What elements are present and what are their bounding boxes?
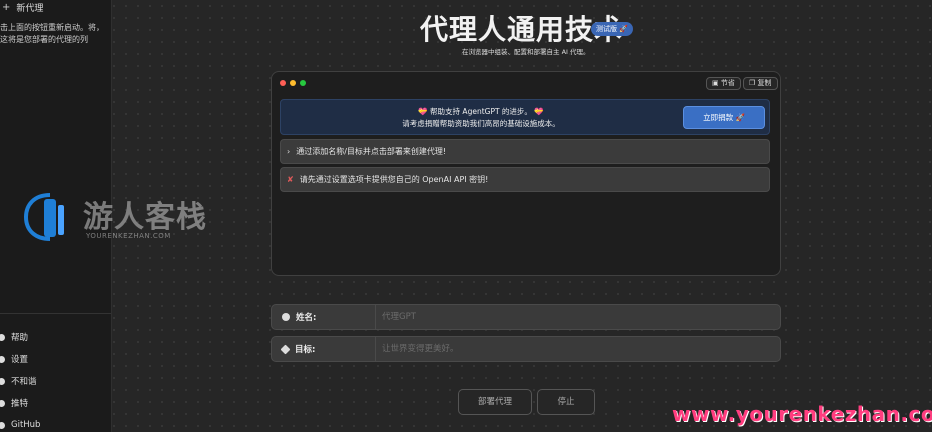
watermark-title: 游人客栈 [83, 200, 207, 235]
goal-input[interactable] [376, 337, 780, 361]
save-label: 节省 [720, 79, 735, 87]
robot-icon [282, 313, 290, 321]
sidebar-links: 帮助 设置 不和谐 推特 GitHub [0, 326, 111, 432]
sidebar-item-settings[interactable]: 设置 [0, 348, 111, 370]
chevron-right-icon: › [287, 147, 291, 156]
new-agent-label: 新代理 [16, 4, 44, 14]
watermark-url: www.yourenkezhan.com [672, 402, 932, 426]
message-text: 通过添加名称/目标并点击部署来创建代理! [296, 147, 447, 156]
gear-icon [0, 355, 5, 363]
copy-icon: ❐ [749, 79, 756, 87]
sidebar-item-label: GitHub [11, 420, 41, 430]
goal-label-text: 目标: [295, 345, 316, 355]
sidebar-item-discord[interactable]: 不和谐 [0, 370, 111, 392]
sidebar-item-github[interactable]: GitHub [0, 414, 111, 432]
help-icon [0, 333, 5, 341]
window-controls [280, 80, 306, 86]
name-field: 姓名: [271, 304, 781, 330]
copy-label: 复制 [757, 79, 772, 87]
twitter-icon [0, 399, 5, 407]
discord-icon [0, 377, 5, 385]
page-subtitle: 在浏览器中组装、配置和部署自主 AI 代理。 [462, 48, 590, 56]
goal-field: 目标: [271, 336, 781, 362]
goal-label: 目标: [272, 337, 376, 361]
message-create-agent: › 通过添加名称/目标并点击部署来创建代理! [280, 139, 770, 164]
sidebar-item-label: 推特 [11, 399, 29, 409]
name-label-text: 姓名: [296, 313, 317, 323]
agent-window: ▣ 节省 ❐ 复制 💝 帮助支持 AgentGPT 的进步。 💝 请考虑捐赠帮助… [271, 71, 781, 276]
donate-banner: 💝 帮助支持 AgentGPT 的进步。 💝 请考虑捐赠帮助资助我们高昂的基础设… [280, 99, 770, 135]
sidebar-item-help[interactable]: 帮助 [0, 326, 111, 348]
donate-line-1: 💝 帮助支持 AgentGPT 的进步。 💝 [418, 107, 544, 116]
plus-icon: + [2, 2, 11, 13]
message-text: 请先通过设置选项卡提供您自己的 OpenAI API 密钥! [299, 175, 489, 184]
name-label: 姓名: [272, 305, 376, 329]
github-icon [0, 421, 5, 429]
close-dot-icon [280, 80, 286, 86]
sidebar-item-label: 不和谐 [11, 377, 37, 387]
minimize-dot-icon [290, 80, 296, 86]
star-icon [280, 344, 291, 354]
sidebar-item-twitter[interactable]: 推特 [0, 392, 111, 414]
donate-line-2: 请考虑捐赠帮助资助我们高昂的基础设施成本。 [402, 119, 560, 128]
name-input[interactable] [376, 305, 780, 329]
stop-button[interactable]: 停止 [537, 389, 595, 415]
sidebar-item-label: 设置 [11, 355, 29, 365]
sidebar-hint: 击上面的按钮重新启动。将，这将是您部署的代理的列 [0, 23, 104, 44]
deploy-agent-button[interactable]: 部署代理 [458, 389, 532, 415]
beta-badge: 测试版 🚀 [591, 22, 633, 36]
save-icon: ▣ [712, 79, 719, 87]
watermark-logo-icon [24, 193, 64, 241]
new-agent-button[interactable]: + 新代理 [2, 1, 43, 14]
maximize-dot-icon [300, 80, 306, 86]
donate-button[interactable]: 立即捐款 🚀 [683, 106, 765, 129]
save-button[interactable]: ▣ 节省 [706, 77, 741, 90]
error-icon: ✘ [287, 175, 294, 184]
copy-button[interactable]: ❐ 复制 [743, 77, 778, 90]
message-api-key-error: ✘ 请先通过设置选项卡提供您自己的 OpenAI API 密钥! [280, 167, 770, 192]
sidebar-divider [0, 313, 111, 314]
watermark-subtitle: YOURENKEZHAN.COM [86, 232, 171, 240]
sidebar-item-label: 帮助 [11, 333, 29, 343]
